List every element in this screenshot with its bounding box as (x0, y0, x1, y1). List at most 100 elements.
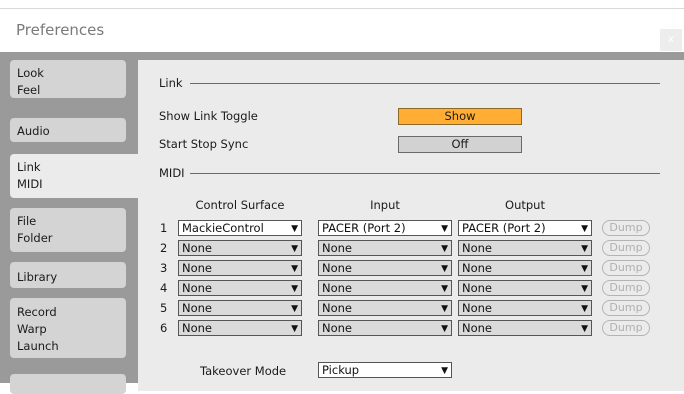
preferences-window: Preferences x Look Feel Audio Link MIDI … (0, 0, 684, 394)
link-midi-panel: Link Show Link Toggle Show Start Stop Sy… (138, 60, 684, 391)
chevron-down-icon: ▼ (581, 224, 588, 234)
tab-label: Warp (17, 322, 47, 336)
chevron-down-icon: ▼ (441, 284, 448, 294)
dump-button[interactable]: Dump (602, 240, 650, 256)
chevron-down-icon: ▼ (291, 324, 298, 334)
takeover-mode-label: Takeover Mode (200, 364, 287, 378)
midi-input-value: None (322, 261, 353, 275)
chevron-down-icon: ▼ (291, 264, 298, 274)
chevron-down-icon: ▼ (441, 324, 448, 334)
chevron-down-icon: ▼ (581, 244, 588, 254)
chevron-down-icon: ▼ (581, 304, 588, 314)
control-surface-header: Control Surface (195, 198, 285, 212)
chevron-down-icon: ▼ (291, 304, 298, 314)
midi-output-dropdown[interactable]: None ▼ (458, 260, 592, 276)
midi-section-divider (190, 173, 660, 174)
control-surface-dropdown[interactable]: None ▼ (178, 240, 302, 256)
start-stop-sync-label: Start Stop Sync (159, 137, 249, 151)
midi-output-dropdown[interactable]: PACER (Port 2) ▼ (458, 220, 592, 236)
control-surface-value: None (182, 301, 213, 315)
output-header: Output (505, 198, 545, 212)
link-section-divider (190, 83, 660, 84)
window-title: Preferences (16, 21, 105, 39)
control-surface-dropdown[interactable]: None ▼ (178, 260, 302, 276)
midi-input-dropdown[interactable]: None ▼ (318, 300, 452, 316)
midi-row-number: 3 (160, 261, 168, 275)
control-surface-value: MackieControl (182, 221, 264, 235)
show-link-toggle-label: Show Link Toggle (159, 109, 258, 123)
tab-link-midi[interactable]: Link MIDI (10, 154, 138, 198)
midi-output-value: PACER (Port 2) (462, 221, 546, 235)
tab-library[interactable]: Library (10, 262, 126, 288)
control-surface-dropdown[interactable]: None ▼ (178, 280, 302, 296)
input-header: Input (370, 198, 400, 212)
dump-button[interactable]: Dump (602, 280, 650, 296)
midi-output-dropdown[interactable]: None ▼ (458, 240, 592, 256)
midi-input-dropdown[interactable]: PACER (Port 2) ▼ (318, 220, 452, 236)
chevron-down-icon: ▼ (581, 284, 588, 294)
chevron-down-icon: ▼ (441, 264, 448, 274)
chevron-down-icon: ▼ (291, 244, 298, 254)
tab-look-feel[interactable]: Look Feel (10, 60, 126, 98)
midi-input-value: None (322, 281, 353, 295)
tab-label: Folder (17, 231, 53, 245)
tab-more[interactable] (10, 374, 126, 394)
chevron-down-icon: ▼ (581, 324, 588, 334)
chevron-down-icon: ▼ (291, 224, 298, 234)
takeover-mode-dropdown[interactable]: Pickup ▼ (318, 362, 452, 378)
dump-button[interactable]: Dump (602, 260, 650, 276)
control-surface-dropdown[interactable]: None ▼ (178, 320, 302, 336)
midi-output-value: None (462, 241, 493, 255)
title-bar: Preferences x (0, 8, 684, 52)
midi-input-dropdown[interactable]: None ▼ (318, 260, 452, 276)
chevron-down-icon: ▼ (291, 284, 298, 294)
midi-row-number: 4 (160, 281, 168, 295)
control-surface-dropdown[interactable]: MackieControl ▼ (178, 220, 302, 236)
tab-label: File (17, 214, 37, 228)
chevron-down-icon: ▼ (441, 366, 448, 376)
control-surface-value: None (182, 241, 213, 255)
tab-label: Launch (17, 339, 59, 353)
tab-audio[interactable]: Audio (10, 118, 126, 142)
dump-button[interactable]: Dump (602, 320, 650, 336)
midi-output-dropdown[interactable]: None ▼ (458, 300, 592, 316)
dump-button[interactable]: Dump (602, 220, 650, 236)
tab-record-warp-launch[interactable]: Record Warp Launch (10, 298, 126, 358)
dump-button[interactable]: Dump (602, 300, 650, 316)
midi-output-value: None (462, 301, 493, 315)
midi-input-dropdown[interactable]: None ▼ (318, 320, 452, 336)
tab-label: Look (17, 66, 44, 80)
midi-input-value: PACER (Port 2) (322, 221, 406, 235)
preferences-body: Look Feel Audio Link MIDI File Folder Li… (0, 52, 684, 394)
control-surface-value: None (182, 261, 213, 275)
control-surface-dropdown[interactable]: None ▼ (178, 300, 302, 316)
tab-label: Feel (17, 83, 41, 97)
midi-input-dropdown[interactable]: None ▼ (318, 280, 452, 296)
chevron-down-icon: ▼ (441, 244, 448, 254)
tab-file-folder[interactable]: File Folder (10, 208, 126, 252)
midi-input-value: None (322, 301, 353, 315)
midi-input-value: None (322, 241, 353, 255)
midi-output-dropdown[interactable]: None ▼ (458, 280, 592, 296)
midi-output-value: None (462, 321, 493, 335)
midi-row-number: 5 (160, 301, 168, 315)
midi-output-dropdown[interactable]: None ▼ (458, 320, 592, 336)
sidebar: Look Feel Audio Link MIDI File Folder Li… (10, 60, 138, 394)
chevron-down-icon: ▼ (441, 224, 448, 234)
tab-label: Audio (17, 124, 50, 138)
midi-input-dropdown[interactable]: None ▼ (318, 240, 452, 256)
midi-row-number: 2 (160, 241, 168, 255)
tab-label: Link (17, 160, 41, 174)
show-link-toggle-button[interactable]: Show (398, 108, 522, 125)
start-stop-sync-button[interactable]: Off (398, 136, 522, 153)
tab-label: MIDI (17, 177, 43, 191)
takeover-mode-value: Pickup (322, 363, 360, 377)
control-surface-value: None (182, 281, 213, 295)
midi-input-value: None (322, 321, 353, 335)
midi-row-number: 6 (160, 321, 168, 335)
link-section-title: Link (159, 76, 183, 90)
midi-row-number: 1 (160, 221, 168, 235)
close-icon[interactable]: x (660, 29, 682, 51)
chevron-down-icon: ▼ (441, 304, 448, 314)
control-surface-value: None (182, 321, 213, 335)
